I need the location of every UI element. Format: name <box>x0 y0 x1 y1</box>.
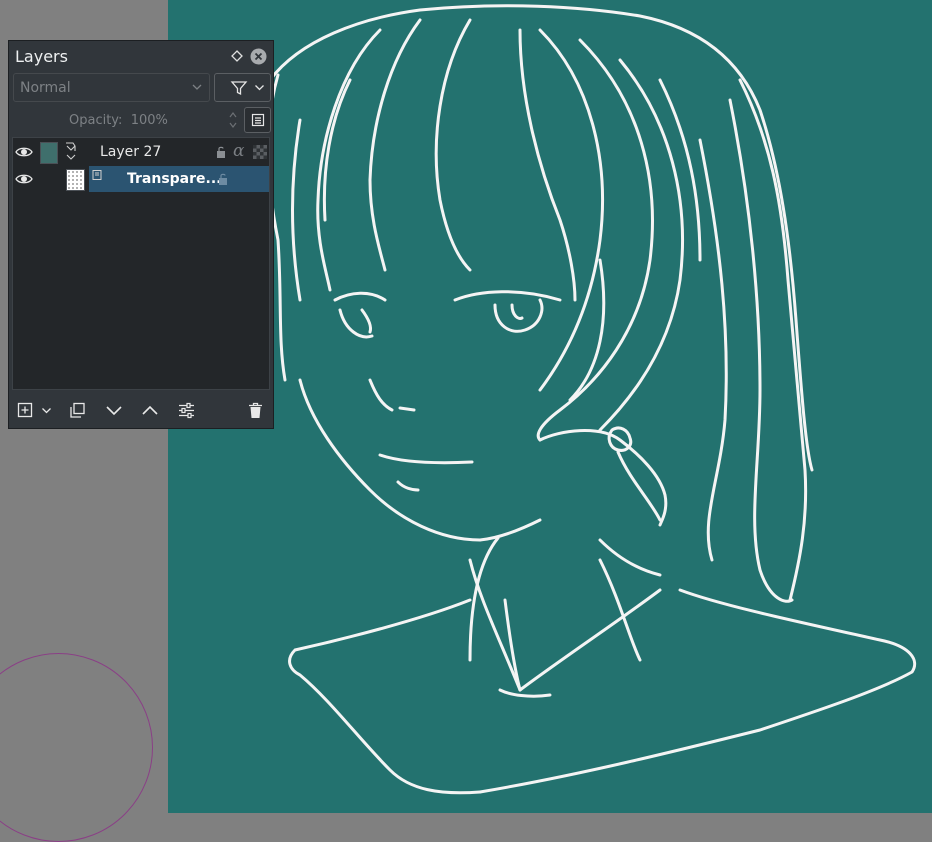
layer-clip-icon[interactable] <box>64 141 78 163</box>
move-layer-up-button[interactable] <box>140 399 160 421</box>
filter-funnel-icon <box>230 81 248 96</box>
visibility-eye-icon[interactable] <box>15 144 33 160</box>
blend-mode-select[interactable]: Normal <box>13 73 210 102</box>
lock-icon[interactable] <box>215 145 227 159</box>
layer-thumbnail <box>40 142 58 164</box>
layer-thumbnail <box>66 169 85 191</box>
add-layer-button[interactable] <box>15 399 35 421</box>
layer-filter-button[interactable] <box>214 73 271 102</box>
close-icon <box>250 48 266 64</box>
delete-layer-icon <box>248 402 262 418</box>
move-layer-up-icon <box>142 405 158 415</box>
delete-layer-button[interactable] <box>245 399 265 421</box>
properties-sheet-icon <box>251 113 264 127</box>
layer-settings-button[interactable] <box>176 399 196 421</box>
add-layer-dropdown-button[interactable] <box>39 399 53 421</box>
layer-name[interactable]: Layer 27 <box>100 144 161 160</box>
layer-toolbar <box>9 399 273 425</box>
lock-icon[interactable] <box>217 172 229 186</box>
panel-title: Layers <box>15 47 68 66</box>
visibility-eye-icon[interactable] <box>15 171 33 187</box>
layer-name[interactable]: Transpare... <box>127 171 222 187</box>
float-docker-button[interactable] <box>228 47 246 65</box>
layer-properties-button[interactable] <box>244 107 271 133</box>
layer-properties-icon <box>178 402 194 418</box>
layer-row[interactable]: Layer 27 α <box>13 139 269 165</box>
layer-row[interactable]: Transpare... <box>13 166 269 192</box>
move-layer-down-icon <box>106 406 122 416</box>
opacity-spinner-icon[interactable] <box>228 110 238 130</box>
alpha-lock-icon[interactable]: α <box>233 141 244 161</box>
chevron-down-icon <box>255 85 264 91</box>
chevron-down-icon <box>192 84 202 90</box>
close-docker-button[interactable] <box>249 47 267 65</box>
opacity-slider[interactable]: Opacity: 100% <box>13 107 239 133</box>
chevron-down-icon <box>41 407 51 413</box>
add-layer-icon <box>17 402 33 418</box>
inherit-alpha-icon[interactable] <box>253 145 267 159</box>
layers-docker: Layers Normal Opacity: 100% Layer 27 α T… <box>8 40 274 429</box>
float-diamond-icon <box>231 50 243 62</box>
move-layer-down-button[interactable] <box>104 399 124 421</box>
transparency-mask-icon <box>92 170 102 180</box>
blend-mode-value: Normal <box>20 80 71 96</box>
opacity-label: Opacity: 100% <box>69 113 168 128</box>
layer-list[interactable]: Layer 27 α Transpare... <box>12 137 270 390</box>
duplicate-layer-icon <box>69 402 85 418</box>
duplicate-layer-button[interactable] <box>67 399 87 421</box>
